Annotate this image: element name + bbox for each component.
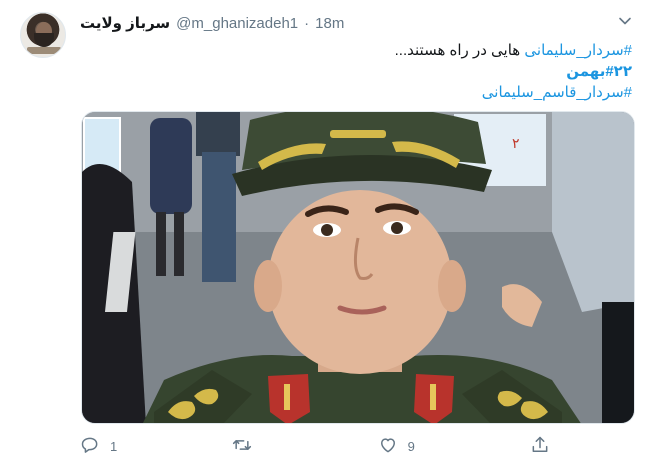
user-handle[interactable]: @m_ghanizadeh1 [176,15,298,32]
svg-text:۲: ۲ [512,135,520,151]
avatar[interactable] [20,12,66,58]
like-count: 9 [407,438,415,454]
tweet-actions: 1 9 [80,434,550,458]
share-icon [530,435,550,458]
display-name[interactable]: سرباز ولایت [80,14,170,32]
hashtag-link[interactable]: #سردار_قاسم_سلیمانی [482,84,632,101]
tweet-text: #سردار_سلیمانی هایی در راه هستند... #۲۲ب… [80,40,632,103]
tweet-timestamp[interactable]: 18m [315,15,344,32]
reply-icon [80,435,100,458]
tweet-photo[interactable]: ۲ [81,111,635,424]
tweet-text-segment: هایی در راه هستند... [394,42,525,59]
reply-button[interactable]: 1 [80,435,117,458]
tweet-header: سرباز ولایت @m_ghanizadeh1 · 18m [80,14,612,32]
reply-count: 1 [110,438,118,454]
retweet-button[interactable] [232,435,262,458]
hashtag-link[interactable]: #سردار_سلیمانی [524,42,632,59]
retweet-icon [232,435,252,458]
separator-dot: · [304,15,310,32]
chevron-down-icon[interactable] [618,14,632,28]
tweet-card[interactable]: سرباز ولایت @m_ghanizadeh1 · 18m #سردار_… [0,0,652,467]
heart-icon [378,435,398,458]
like-button[interactable]: 9 [378,435,415,458]
hashtag-link[interactable]: #۲۲بهمن [566,63,632,80]
share-button[interactable] [530,435,550,458]
